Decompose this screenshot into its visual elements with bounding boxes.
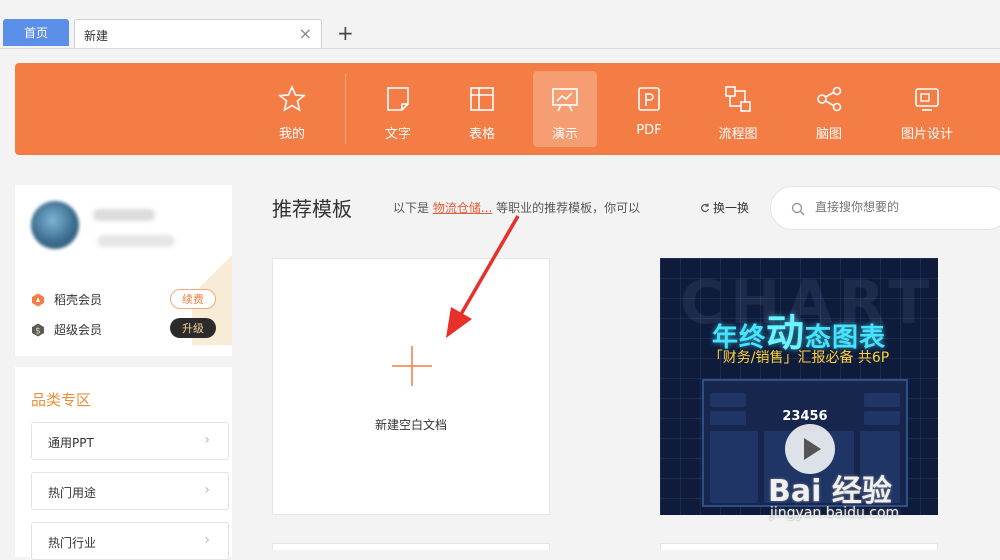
user-card: 稻壳会员 续费 $ 超级会员 升级	[15, 185, 232, 356]
refresh-icon	[701, 203, 710, 213]
mindmap-icon	[817, 86, 842, 112]
toolbar-item-label: 文字	[384, 127, 411, 142]
search-input[interactable]	[813, 199, 997, 215]
category-item-label: 热门行业	[48, 536, 97, 550]
category-item-label: 热门用途	[48, 486, 97, 500]
close-icon[interactable]: ×	[299, 24, 312, 43]
membership-name: 稻壳会员	[54, 293, 103, 307]
toolbar-item-table[interactable]: 表格	[450, 71, 514, 147]
app-toolbar: 我的 文字 表格 演示 PDF 流程图 脑图 图片设计	[15, 63, 1000, 155]
profession-link[interactable]: 物流仓储...	[433, 201, 492, 215]
watermark-url: jingyan.baidu.com	[770, 505, 900, 521]
new-blank-document-card[interactable]: 新建空白文档	[272, 258, 550, 515]
tab-new[interactable]: 新建 ×	[74, 19, 322, 48]
template-search[interactable]	[770, 186, 1000, 230]
toolbar-item-mine[interactable]: 我的	[260, 71, 324, 147]
toolbar-item-label: 表格	[468, 127, 495, 142]
swap-button[interactable]: 换一换	[700, 199, 749, 216]
pdf-icon	[638, 87, 660, 111]
toolbar-item-pdf[interactable]: PDF	[617, 71, 681, 147]
category-item-label: 通用PPT	[48, 436, 94, 450]
toolbar-item-label: 流程图	[718, 127, 758, 142]
search-icon	[791, 202, 805, 216]
tab-new-label: 新建	[84, 29, 109, 43]
plus-icon	[392, 346, 432, 386]
super-member-icon: $	[32, 323, 44, 336]
preview-panel	[710, 393, 746, 407]
category-panel: 品类专区 通用PPT › 热门用途 › 热门行业 ›	[15, 367, 232, 560]
toolbar-item-flowchart[interactable]: 流程图	[706, 71, 770, 147]
renew-button[interactable]: 续费	[170, 289, 216, 309]
tab-home[interactable]: 首页	[3, 19, 69, 46]
image-design-icon	[915, 88, 939, 111]
svg-text:$: $	[35, 326, 41, 336]
presentation-icon	[552, 88, 578, 112]
toolbar-divider	[345, 74, 346, 144]
toolbar-item-label: 演示	[551, 127, 578, 142]
category-title: 品类专区	[31, 391, 92, 409]
section-title: 推荐模板	[272, 197, 352, 221]
user-name-blurred	[93, 209, 155, 221]
preview-panel	[710, 431, 758, 503]
toolbar-item-label: 我的	[278, 127, 305, 142]
blank-document-label: 新建空白文档	[374, 418, 447, 432]
swap-label: 换一换	[713, 201, 750, 215]
table-icon	[470, 87, 494, 111]
preview-value: 23456	[782, 409, 828, 424]
category-item-general-ppt[interactable]: 通用PPT ›	[31, 422, 229, 460]
chevron-right-icon: ›	[204, 432, 210, 448]
tab-bar: 首页 新建 × +	[0, 0, 1000, 49]
star-icon	[277, 85, 307, 112]
toolbar-item-label: 脑图	[815, 127, 842, 142]
category-item-hot-use[interactable]: 热门用途 ›	[31, 472, 229, 510]
avatar[interactable]	[31, 201, 79, 249]
watermark-logo: Bai 经验	[768, 474, 892, 509]
next-row-card[interactable]	[660, 543, 938, 550]
toolbar-item-label: 图片设计	[900, 127, 953, 142]
chevron-right-icon: ›	[204, 532, 210, 548]
document-icon	[387, 87, 409, 111]
next-row-card[interactable]	[272, 543, 550, 550]
category-item-hot-industry[interactable]: 热门行业 ›	[31, 522, 229, 560]
add-tab-button[interactable]: +	[337, 21, 354, 45]
toolbar-item-label: PDF	[636, 123, 662, 138]
toolbar-item-presentation[interactable]: 演示	[533, 71, 597, 147]
desc-suffix: 等职业的推荐模板，你可以	[496, 201, 641, 215]
membership-row-super: $ 超级会员	[31, 321, 102, 338]
shell-icon	[32, 293, 44, 306]
toolbar-item-mindmap[interactable]: 脑图	[797, 71, 861, 147]
membership-row-docer: 稻壳会员	[31, 291, 102, 308]
recommend-description: 以下是 物流仓储... 等职业的推荐模板，你可以	[393, 199, 640, 216]
template-subtitle: 「财务/销售」汇报必备 共6P	[708, 350, 890, 366]
chevron-right-icon: ›	[204, 482, 210, 498]
user-id-blurred	[97, 235, 175, 247]
desc-prefix: 以下是	[393, 201, 430, 215]
preview-panel	[864, 393, 900, 407]
toolbar-item-image-design[interactable]: 图片设计	[891, 71, 963, 147]
toolbar-item-text[interactable]: 文字	[366, 71, 430, 147]
membership-name: 超级会员	[54, 323, 103, 337]
flowchart-icon	[725, 86, 751, 112]
upgrade-button[interactable]: 升级	[170, 318, 216, 338]
